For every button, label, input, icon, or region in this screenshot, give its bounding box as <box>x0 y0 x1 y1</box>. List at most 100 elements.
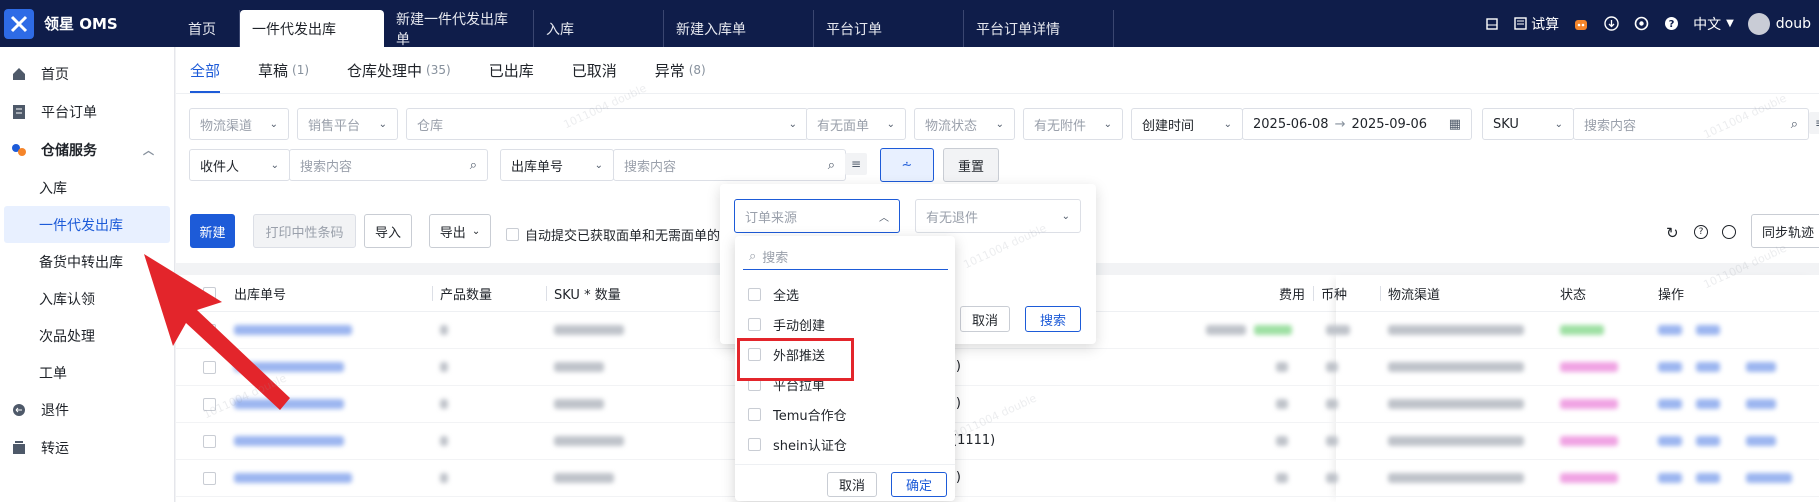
sidebar-item-platform-orders[interactable]: 平台订单 <box>0 93 174 131</box>
has-return-select[interactable]: 有无退件 ⌄ <box>915 199 1081 233</box>
row-checkbox[interactable] <box>203 324 216 337</box>
tab-dropship-outbound[interactable]: 一件代发出库 <box>240 10 384 47</box>
status-tab-draft[interactable]: 草稿 (1) <box>258 47 309 93</box>
status-tab-all[interactable]: 全部 <box>190 47 221 93</box>
help-icon[interactable]: ? <box>1663 16 1679 32</box>
help-icon[interactable]: ? <box>1694 225 1708 239</box>
option-shein-warehouse[interactable]: shein认证仓 <box>748 431 847 457</box>
row-checkbox[interactable] <box>203 435 216 448</box>
option-select-all[interactable]: 全选 <box>748 281 799 307</box>
sidebar-item-home[interactable]: 首页 <box>0 55 174 93</box>
has-attachment-select[interactable]: 有无附件 ⌄ <box>1023 108 1123 140</box>
tab-platform-orders[interactable]: 平台订单 <box>814 10 964 47</box>
reset-button[interactable]: 重置 <box>943 148 999 182</box>
download-icon[interactable] <box>1603 16 1619 32</box>
sku-search-input[interactable]: 搜索内容 ⌕ <box>1573 108 1809 140</box>
status-tab-processing[interactable]: 仓库处理中 (35) <box>347 47 451 93</box>
dropdown-search-input[interactable]: ⌕ 搜索 <box>743 244 948 270</box>
language-switch[interactable]: 中文 ▼ <box>1693 14 1734 34</box>
chevron-down-icon: ⌄ <box>995 118 1004 130</box>
sidebar-sub-inbound-claim[interactable]: 入库认领 <box>0 280 174 317</box>
table-row[interactable]: (1111) <box>176 423 1819 460</box>
logistics-status-select[interactable]: 物流状态 ⌄ <box>914 108 1015 140</box>
warehouse-select[interactable]: 仓库 ⌄ <box>406 108 808 140</box>
print-icon[interactable] <box>1484 16 1500 32</box>
export-label: 导出 <box>439 225 466 241</box>
new-button[interactable]: 新建 <box>190 214 235 248</box>
date-range-picker[interactable]: 2025-06-08 → 2025-09-06 ▦ <box>1242 108 1472 140</box>
select-all-checkbox[interactable] <box>203 287 216 300</box>
popover-cancel-button[interactable]: 取消 <box>960 306 1010 332</box>
tab-new-inbound-order[interactable]: 新建入库单 <box>664 10 814 47</box>
column-settings-icon[interactable] <box>1722 225 1736 239</box>
chevron-up-icon: ︿ <box>879 212 889 224</box>
order-no-type-select[interactable]: 出库单号 ⌄ <box>500 149 614 181</box>
sidebar-item-label: 退件 <box>41 403 69 419</box>
logo[interactable]: 领星 OMS <box>0 0 176 47</box>
batch-input-icon[interactable]: ≡ <box>845 153 867 175</box>
table-row[interactable]: J) <box>176 386 1819 423</box>
status-tab-shipped[interactable]: 已出库 <box>489 47 534 93</box>
sync-tracking-button[interactable]: 同步轨迹 <box>1751 214 1819 248</box>
row-checkbox[interactable] <box>203 398 216 411</box>
option-manual-create[interactable]: 手动创建 <box>748 311 825 337</box>
status-tab-exception[interactable]: 异常 (8) <box>655 47 706 93</box>
status-tab-label: 仓库处理中 <box>347 61 423 80</box>
auto-submit-option[interactable]: 自动提交已获取面单和无需面单的 <box>506 225 720 244</box>
row-checkbox[interactable] <box>203 472 216 485</box>
status-tab-count: (8) <box>688 63 706 77</box>
search-icon: ⌕ <box>827 157 835 173</box>
chevron-down-icon: ⌄ <box>269 118 278 130</box>
logistics-channel-select[interactable]: 物流渠道 ⌄ <box>189 108 289 140</box>
sidebar-sub-inbound[interactable]: 入库 <box>0 169 174 206</box>
sidebar-sub-stock-transfer-outbound[interactable]: 备货中转出库 <box>0 243 174 280</box>
tab-platform-order-detail[interactable]: 平台订单详情 <box>964 10 1114 47</box>
table-row[interactable]: J) <box>176 349 1819 386</box>
sidebar-sub-defective-handling[interactable]: 次品处理 <box>0 317 174 354</box>
batch-input-icon[interactable]: ≡ <box>1809 112 1819 134</box>
sku-type-select[interactable]: SKU ⌄ <box>1482 108 1574 140</box>
print-neutral-barcode-button[interactable]: 打印中性条码 <box>253 214 356 248</box>
sidebar-item-label: 平台订单 <box>41 105 97 121</box>
sidebar-item-transfer[interactable]: 转运 <box>0 429 174 467</box>
recipient-type-select[interactable]: 收件人 ⌄ <box>189 149 290 181</box>
chevron-down-icon: ⌄ <box>886 118 895 130</box>
dropdown-cancel-button[interactable]: 取消 <box>827 472 877 497</box>
order-source-select[interactable]: 订单来源 ︿ <box>734 199 900 233</box>
popover-search-button[interactable]: 搜索 <box>1025 306 1081 332</box>
time-type-select[interactable]: 创建时间 ⌄ <box>1131 108 1243 140</box>
sidebar-item-returns[interactable]: 退件 <box>0 391 174 429</box>
sales-platform-select[interactable]: 销售平台 ⌄ <box>297 108 398 140</box>
recipient-search-input[interactable]: 搜索内容 ⌕ <box>289 149 488 181</box>
user-menu[interactable]: doub <box>1747 12 1811 35</box>
settings-icon[interactable] <box>1633 16 1649 32</box>
refresh-icon[interactable]: ↻ <box>1666 224 1679 242</box>
advanced-filter-button[interactable]: ⩪ <box>880 148 934 182</box>
tab-inbound[interactable]: 入库 <box>534 10 664 47</box>
avatar <box>1747 12 1770 35</box>
row-checkbox[interactable] <box>203 361 216 374</box>
has-label-select[interactable]: 有无面单 ⌄ <box>806 108 906 140</box>
auto-submit-checkbox[interactable] <box>506 228 519 241</box>
option-checkbox[interactable] <box>748 437 761 451</box>
export-button[interactable]: 导出 ⌄ <box>429 214 491 248</box>
dropdown-confirm-button[interactable]: 确定 <box>891 472 947 497</box>
calendar-icon: ▦ <box>1448 116 1461 132</box>
table-row[interactable]: J) <box>176 460 1819 497</box>
order-no-search-input[interactable]: 搜索内容 ⌕ <box>613 149 846 181</box>
trial-button[interactable]: 试算 <box>1514 14 1559 34</box>
sidebar-sub-dropship-outbound[interactable]: 一件代发出库 <box>4 206 170 243</box>
option-temu-warehouse[interactable]: Temu合作仓 <box>748 401 847 427</box>
arrow-right-icon: → <box>1334 116 1346 132</box>
sidebar-sub-work-order[interactable]: 工单 <box>0 354 174 391</box>
option-checkbox[interactable] <box>748 287 761 301</box>
tab-new-dropship-order[interactable]: 新建一件代发出库单 <box>384 10 534 48</box>
option-checkbox[interactable] <box>748 407 761 421</box>
import-button[interactable]: 导入 <box>364 214 412 248</box>
robot-icon[interactable] <box>1573 16 1589 32</box>
sidebar-item-warehouse-services[interactable]: 仓储服务 ︿ <box>0 131 174 169</box>
tab-home[interactable]: 首页 <box>176 10 240 47</box>
option-checkbox[interactable] <box>748 317 761 331</box>
status-tab-cancelled[interactable]: 已取消 <box>572 47 617 93</box>
sidebar-item-label: 首页 <box>41 67 69 83</box>
